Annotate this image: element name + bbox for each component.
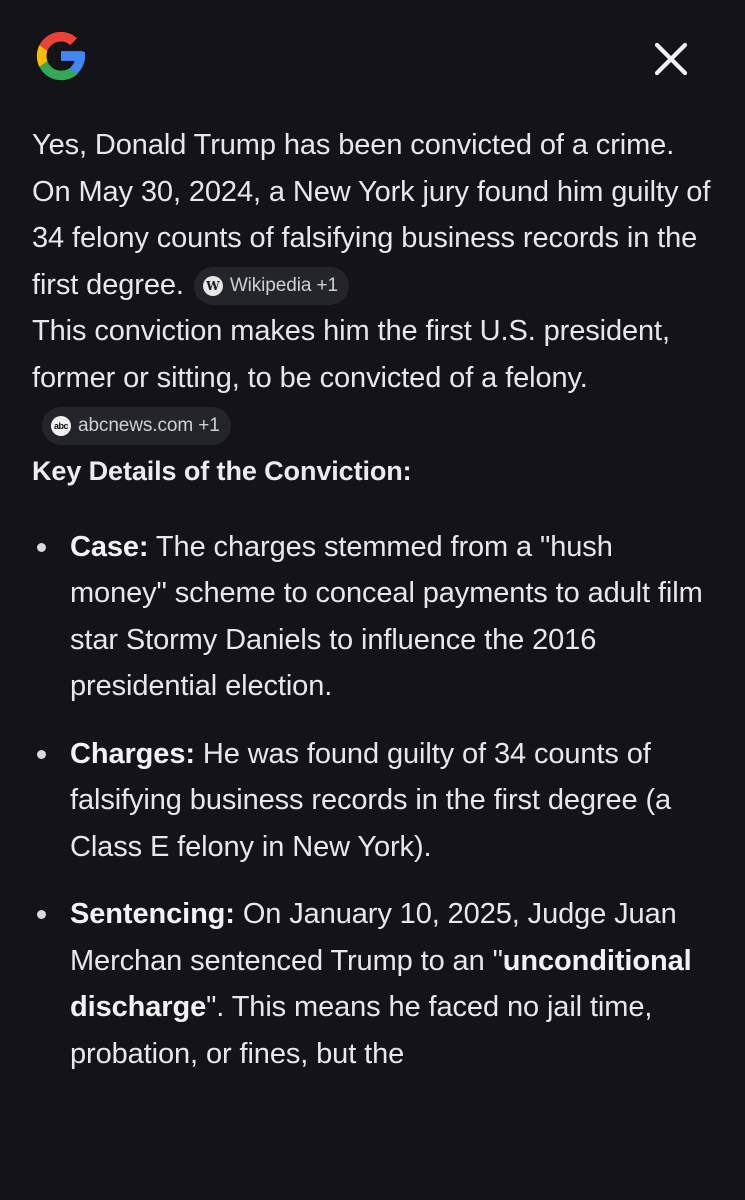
item-label: Charges:: [70, 737, 195, 770]
list-item-case: Case: The charges stemmed from a "hush m…: [32, 524, 712, 710]
source-chip-label: abcnews.com +1: [78, 415, 220, 436]
section-heading: Key Details of the Conviction:: [32, 455, 412, 486]
answer-text-2: This conviction makes him the first U.S.…: [32, 315, 670, 394]
bullet-icon: [37, 910, 46, 919]
top-bar: [0, 0, 745, 115]
answer-text-1: Yes, Donald Trump has been convicted of …: [32, 129, 711, 301]
ai-overview-content: Yes, Donald Trump has been convicted of …: [32, 122, 712, 1098]
close-icon[interactable]: [648, 36, 694, 82]
abcnews-icon: abc: [51, 416, 71, 436]
item-label: Sentencing:: [70, 898, 235, 930]
item-label: Case:: [70, 530, 149, 563]
bullet-icon: [37, 749, 46, 759]
details-list: Case: The charges stemmed from a "hush m…: [32, 524, 712, 1078]
source-chip-abcnews[interactable]: abc abcnews.com +1: [42, 407, 231, 445]
list-item-charges: Charges: He was found guilty of 34 count…: [32, 731, 712, 871]
google-g-logo: [36, 31, 86, 81]
item-text: The charges stemmed from a "hush money" …: [70, 530, 703, 703]
answer-paragraph-2: This conviction makes him the first U.S.…: [32, 308, 712, 448]
answer-paragraph-1: Yes, Donald Trump has been convicted of …: [32, 122, 712, 308]
source-chip-wikipedia[interactable]: W Wikipedia +1: [193, 266, 349, 305]
bullet-icon: [37, 542, 46, 552]
wikipedia-icon: W: [202, 275, 223, 296]
source-chip-label: Wikipedia +1: [229, 274, 338, 296]
list-item-sentencing: Sentencing: On January 10, 2025, Judge J…: [32, 891, 712, 1077]
